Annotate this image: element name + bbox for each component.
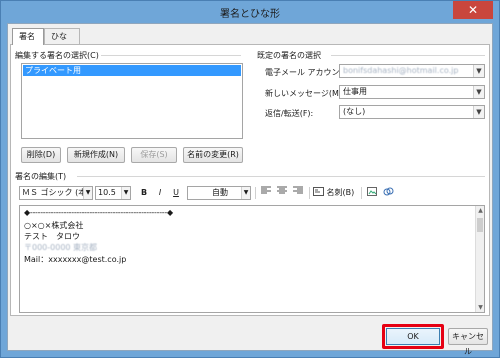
business-card-icon xyxy=(313,187,324,196)
title-bar[interactable]: 署名とひな形 ✕ xyxy=(1,1,499,23)
chevron-down-icon[interactable]: ▼ xyxy=(473,86,484,98)
font-size-combo[interactable]: 10.5 ▼ xyxy=(95,186,131,200)
window-title: 署名とひな形 xyxy=(220,9,280,20)
italic-button[interactable]: I xyxy=(153,186,167,200)
signature-editor[interactable]: ◆---------------------------------------… xyxy=(19,205,485,313)
email-account-combo[interactable]: bonifsdahashi@hotmail.co.jp ▼ xyxy=(339,64,485,78)
signature-listbox[interactable]: プライベート用 xyxy=(21,63,243,139)
scroll-up-icon[interactable]: ▲ xyxy=(476,206,485,215)
chevron-down-icon[interactable]: ▼ xyxy=(473,106,484,118)
editor-scrollbar[interactable]: ▲ ▼ xyxy=(475,206,484,312)
scroll-down-icon[interactable]: ▼ xyxy=(476,303,485,312)
signature-tab-panel: 編集する署名の選択(C) プライベート用 削除(D) 新規作成(N) 保存(S)… xyxy=(10,44,490,316)
toolbar-separator xyxy=(309,187,310,199)
insert-picture-icon[interactable] xyxy=(365,186,379,200)
align-left-icon[interactable] xyxy=(259,186,273,200)
tab-signature[interactable]: 署名 xyxy=(12,28,44,45)
bold-button[interactable]: B xyxy=(137,186,151,200)
new-message-value: 仕事用 xyxy=(343,87,367,96)
new-message-combo[interactable]: 仕事用 ▼ xyxy=(339,85,485,99)
cancel-button[interactable]: キャンセル xyxy=(448,328,488,356)
underline-button[interactable]: U xyxy=(169,186,183,200)
signature-line: ◆---------------------------------------… xyxy=(24,208,173,217)
tab-stationery[interactable]: ひな形 xyxy=(44,28,80,56)
toolbar-separator xyxy=(255,187,256,199)
divider xyxy=(101,55,241,56)
signature-line: 〒000-0000 東京都 xyxy=(24,243,98,252)
edit-signature-label: 署名の編集(T) xyxy=(15,172,67,181)
chevron-down-icon[interactable]: ▼ xyxy=(83,187,92,199)
business-card-button[interactable]: 名刺(B) xyxy=(313,186,359,200)
rename-button[interactable]: 名前の変更(R) xyxy=(183,147,243,163)
font-color-value: 自動 xyxy=(212,188,228,197)
select-signature-label: 編集する署名の選択(C) xyxy=(15,51,99,60)
email-account-value: bonifsdahashi@hotmail.co.jp xyxy=(343,66,459,75)
font-color-combo[interactable]: 自動 ▼ xyxy=(187,186,251,200)
font-size-value: 10.5 xyxy=(98,188,116,197)
toolbar-separator xyxy=(361,187,362,199)
align-right-icon[interactable] xyxy=(291,186,305,200)
chevron-down-icon[interactable]: ▼ xyxy=(241,187,250,199)
insert-hyperlink-icon[interactable] xyxy=(381,186,395,200)
signature-line: Mail：xxxxxxx@test.co.jp xyxy=(24,255,127,264)
reply-forward-value: (なし) xyxy=(343,107,366,116)
align-center-icon[interactable] xyxy=(275,186,289,200)
list-item[interactable]: プライベート用 xyxy=(23,65,241,76)
close-button[interactable]: ✕ xyxy=(453,1,493,19)
chevron-down-icon[interactable]: ▼ xyxy=(121,187,130,199)
delete-button[interactable]: 削除(D) xyxy=(21,147,61,163)
reply-forward-combo[interactable]: (なし) ▼ xyxy=(339,105,485,119)
signature-line: ○×○×株式会社 xyxy=(24,221,84,230)
divider xyxy=(331,55,485,56)
dialog-body: 署名 ひな形 編集する署名の選択(C) プライベート用 削除(D) 新規作成(N… xyxy=(7,23,493,356)
font-combo[interactable]: ＭＳ ゴシック (本文 ▼ xyxy=(19,186,93,200)
default-signature-label: 既定の署名の選択 xyxy=(257,51,321,60)
ok-button[interactable]: OK xyxy=(386,328,440,345)
dialog-window: 署名とひな形 ✕ 署名 ひな形 編集する署名の選択(C) プライベート用 削除(… xyxy=(0,0,500,358)
scroll-thumb[interactable] xyxy=(477,218,483,232)
save-button[interactable]: 保存(S) xyxy=(131,147,177,163)
chevron-down-icon[interactable]: ▼ xyxy=(473,65,484,77)
format-toolbar: ＭＳ ゴシック (本文 ▼ 10.5 ▼ B I U 自動 ▼ 名刺(B) xyxy=(19,186,485,202)
business-card-label: 名刺(B) xyxy=(326,188,355,197)
new-message-label: 新しいメッセージ(M): xyxy=(265,89,345,98)
signature-line: テスト タロウ xyxy=(24,232,80,241)
divider xyxy=(77,176,485,177)
reply-forward-label: 返信/転送(F): xyxy=(265,109,314,118)
new-button[interactable]: 新規作成(N) xyxy=(67,147,125,163)
